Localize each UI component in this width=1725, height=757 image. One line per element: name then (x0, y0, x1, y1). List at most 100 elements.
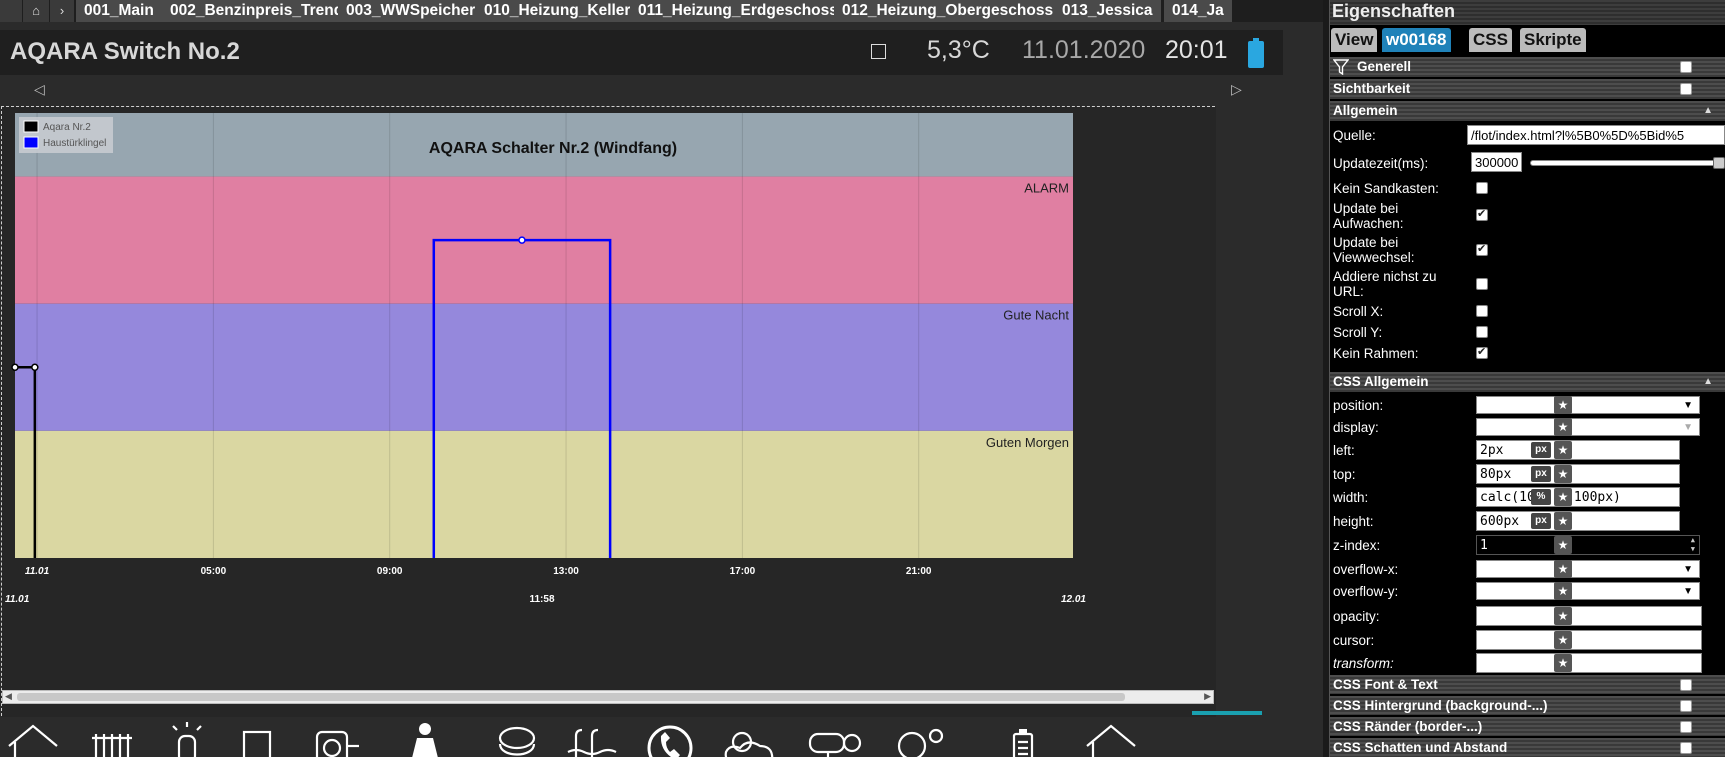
section-sichtbarkeit-checkbox[interactable] (1680, 83, 1692, 95)
tab-014-ja[interactable]: 014_Ja (1164, 0, 1234, 22)
tab-css[interactable]: CSS (1469, 28, 1512, 52)
tab-scroll-left-button[interactable] (0, 0, 22, 22)
section-css-raender[interactable]: CSS Ränder (border-...) (1330, 717, 1725, 736)
tab-skripte[interactable]: Skripte (1520, 28, 1586, 52)
tab-003-wwspeicher[interactable]: 003_WWSpeicher (338, 0, 486, 22)
bottom-navigation (8, 722, 1136, 757)
tab-widget[interactable]: w00168 (1382, 28, 1451, 52)
star-icon[interactable]: ★ (1554, 396, 1572, 414)
unit-percent-button[interactable]: % (1531, 489, 1551, 505)
updatezeit-slider-handle[interactable] (1713, 157, 1725, 169)
horizontal-scrollbar[interactable]: ◀ ▶ (2, 690, 1214, 704)
tab-013-jessica[interactable]: 013_Jessica (1054, 0, 1163, 22)
camera-icon[interactable] (808, 732, 862, 757)
kein-sandkasten-checkbox[interactable] (1476, 182, 1488, 194)
tab-012-heizung-obergeschoss[interactable]: 012_Heizung_Obergeschoss (834, 0, 1064, 22)
pool-icon[interactable] (567, 728, 617, 757)
tab-next-button[interactable]: › (50, 0, 74, 22)
collapse-caret-icon[interactable]: ▲ (1703, 101, 1713, 121)
chart-band-2 (15, 303, 1073, 431)
tab-011-heizung-erdgeschoss[interactable]: 011_Heizung_Erdgeschoss (630, 0, 848, 22)
star-icon[interactable]: ★ (1554, 654, 1572, 672)
chart-band-3 (15, 430, 1073, 558)
top-input[interactable]: 80px (1476, 464, 1680, 484)
quelle-input[interactable]: /flot/index.html?l%5B0%5D%5Bid%5 (1467, 125, 1725, 145)
star-icon[interactable]: ★ (1554, 441, 1572, 459)
section-sichtbarkeit[interactable]: Sichtbarkeit (1330, 79, 1725, 99)
star-icon[interactable]: ★ (1554, 536, 1572, 554)
spinner-icon[interactable]: ▲ ▼ (1691, 536, 1695, 554)
section-css-raender-checkbox[interactable] (1680, 721, 1692, 733)
data-point[interactable] (518, 236, 526, 244)
phone-icon[interactable] (647, 725, 693, 757)
scrollbar-thumb[interactable] (17, 693, 1125, 701)
scroll-x-checkbox[interactable] (1476, 305, 1488, 317)
prev-period-icon[interactable]: ◁ (34, 81, 45, 98)
star-icon[interactable]: ★ (1554, 488, 1572, 506)
star-icon[interactable]: ★ (1554, 607, 1572, 625)
socket-icon[interactable] (315, 730, 359, 757)
overflow-y-select[interactable]: ▼ (1476, 582, 1700, 600)
height-input[interactable]: 600px (1476, 511, 1680, 531)
filter-icon[interactable] (1333, 59, 1349, 75)
weather-icon[interactable] (724, 731, 774, 757)
lightbulb-icon[interactable] (172, 722, 202, 757)
tree-sun-icon[interactable] (897, 728, 944, 757)
zindex-input[interactable]: 1 ▲ ▼ (1476, 535, 1700, 555)
tab-010-heizung-keller[interactable]: 010_Heizung_Keller (476, 0, 641, 22)
star-icon[interactable]: ★ (1554, 465, 1572, 483)
update-viewwechsel-checkbox[interactable] (1476, 242, 1488, 256)
header-checkbox[interactable] (871, 44, 886, 59)
tab-001-main[interactable]: 001_Main (76, 0, 164, 22)
section-css-hintergrund[interactable]: CSS Hintergrund (background-...) (1330, 696, 1725, 715)
updatezeit-input[interactable]: 300000 (1471, 152, 1522, 172)
section-css-hintergrund-checkbox[interactable] (1680, 700, 1692, 712)
scroll-left-arrow-icon[interactable]: ◀ (5, 691, 12, 702)
left-input[interactable]: 2px (1476, 440, 1680, 460)
radiator-icon[interactable] (92, 734, 132, 757)
next-period-icon[interactable]: ▷ (1231, 81, 1242, 98)
tab-002-benzinpreis-trend[interactable]: 002_Benzinpreis_Trend (162, 0, 354, 22)
unit-px-button[interactable]: px (1531, 513, 1551, 529)
scroll-right-arrow-icon[interactable]: ▶ (1204, 691, 1211, 702)
position-select[interactable]: ▼ (1476, 396, 1700, 414)
display-select[interactable]: ▼ (1476, 418, 1700, 436)
flot-chart-widget[interactable]: ALARM Gute Nacht Guten Morgen AQARA Schalte… (1, 106, 1216, 717)
updatezeit-slider[interactable] (1530, 160, 1720, 166)
overflow-x-select[interactable]: ▼ (1476, 560, 1700, 578)
unit-px-button[interactable]: px (1531, 442, 1551, 458)
cursor-input[interactable] (1476, 630, 1702, 650)
width-input[interactable]: calc(100% - 100px) (1476, 487, 1680, 507)
section-css-font[interactable]: CSS Font & Text (1330, 675, 1725, 694)
section-generell[interactable]: Generell (1330, 57, 1725, 77)
unit-px-button[interactable]: px (1531, 466, 1551, 482)
star-icon[interactable]: ★ (1554, 582, 1572, 600)
kein-rahmen-checkbox[interactable] (1476, 345, 1488, 359)
data-point[interactable] (11, 363, 19, 372)
addiere-url-checkbox[interactable] (1476, 278, 1488, 290)
star-icon[interactable]: ★ (1554, 631, 1572, 649)
person-icon[interactable] (411, 723, 439, 757)
battery-icon[interactable] (1012, 729, 1034, 757)
house-icon[interactable] (8, 724, 58, 757)
door-icon[interactable] (242, 730, 272, 757)
opacity-input[interactable] (1476, 606, 1702, 626)
section-generell-checkbox[interactable] (1680, 61, 1692, 73)
section-css-schatten-checkbox[interactable] (1680, 742, 1692, 754)
robot-vacuum-icon[interactable] (498, 726, 536, 756)
home-icon[interactable]: ⌂ (23, 0, 49, 22)
data-point[interactable] (31, 363, 39, 372)
collapse-caret-icon[interactable]: ▲ (1703, 372, 1713, 392)
section-css-allgemein[interactable]: CSS Allgemein ▲ (1330, 372, 1725, 392)
scroll-y-checkbox[interactable] (1476, 326, 1488, 338)
update-aufwachen-checkbox[interactable] (1476, 207, 1488, 221)
section-allgemein[interactable]: Allgemein ▲ (1330, 101, 1725, 121)
transform-input[interactable] (1476, 653, 1702, 673)
house-icon[interactable] (1086, 724, 1136, 757)
section-css-schatten[interactable]: CSS Schatten und Abstand (1330, 738, 1725, 757)
star-icon[interactable]: ★ (1554, 560, 1572, 578)
section-css-font-checkbox[interactable] (1680, 679, 1692, 691)
star-icon[interactable]: ★ (1554, 512, 1572, 530)
star-icon[interactable]: ★ (1554, 418, 1572, 436)
tab-view[interactable]: View (1331, 28, 1378, 52)
